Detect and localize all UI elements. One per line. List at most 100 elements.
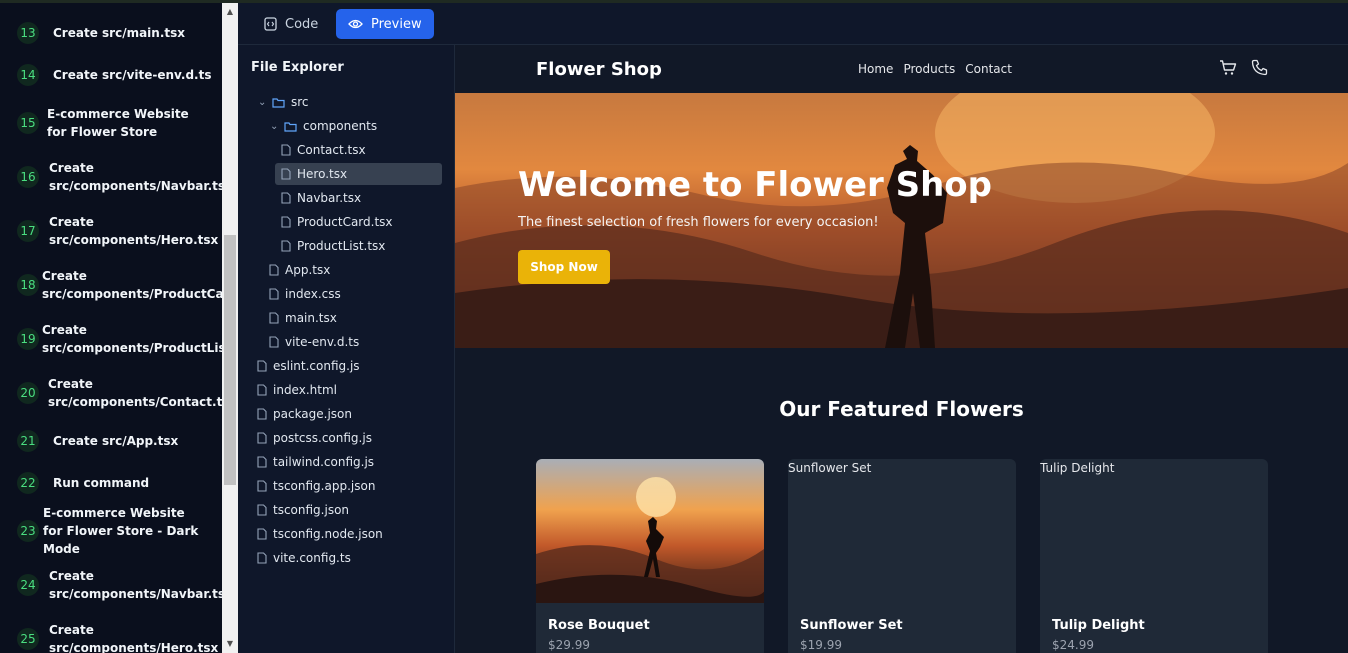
tree-file[interactable]: ProductCard.tsx	[275, 211, 393, 233]
tree-item-label: main.tsx	[285, 311, 337, 325]
tree-item-label: components	[303, 119, 378, 133]
tree-file[interactable]: tsconfig.node.json	[251, 523, 383, 545]
step-number: 22	[17, 472, 39, 494]
folder-icon	[272, 97, 285, 108]
nav-icons	[1219, 59, 1268, 76]
product-price: $29.99	[548, 638, 590, 652]
file-icon	[257, 480, 267, 492]
step-title: Create src/components/Navbar.tsx	[49, 161, 222, 193]
file-icon	[281, 240, 291, 252]
tree-file[interactable]: ProductList.tsx	[275, 235, 385, 257]
product-card[interactable]: Rose Bouquet $29.99	[536, 459, 764, 653]
tree-item-label: App.tsx	[285, 263, 331, 277]
nav-link-contact[interactable]: Contact	[965, 62, 1012, 76]
step-title: E-commerce Website for Flower Store	[47, 107, 189, 139]
code-tab-button[interactable]: Code	[252, 9, 330, 39]
step-item[interactable]: 25 Create src/components/Hero.tsx	[0, 621, 222, 653]
step-item[interactable]: 19 Create src/components/ProductList.tsx	[0, 321, 222, 357]
step-item[interactable]: 14 Create src/vite-env.d.ts	[0, 64, 222, 86]
hero-subtitle: The finest selection of fresh flowers fo…	[518, 215, 879, 230]
product-name: Rose Bouquet	[548, 618, 650, 633]
file-icon	[257, 360, 267, 372]
scroll-up-arrow-icon[interactable]: ▲	[222, 5, 238, 19]
scroll-down-arrow-icon[interactable]: ▼	[222, 637, 238, 651]
file-icon	[281, 216, 291, 228]
product-card[interactable]: Sunflower Set Sunflower Set $19.99	[788, 459, 1016, 653]
tree-file[interactable]: tailwind.config.js	[251, 451, 374, 473]
tree-item-label: Hero.tsx	[297, 167, 348, 181]
step-item[interactable]: 15 E-commerce Website for Flower Store	[0, 105, 222, 141]
tree-item-label: tsconfig.json	[273, 503, 350, 517]
shop-now-button[interactable]: Shop Now	[518, 250, 610, 284]
tree-file[interactable]: index.html	[251, 379, 337, 401]
step-item[interactable]: 20 Create src/components/Contact.tsx	[0, 375, 222, 411]
phone-icon[interactable]	[1251, 59, 1268, 76]
step-number: 18	[17, 274, 39, 296]
tree-item-label: postcss.config.js	[273, 431, 372, 445]
tree-folder-src[interactable]: ⌄ src	[252, 91, 309, 113]
step-item[interactable]: 16 Create src/components/Navbar.tsx	[0, 159, 222, 195]
tree-file[interactable]: main.tsx	[263, 307, 337, 329]
tree-file[interactable]: Contact.tsx	[275, 139, 442, 161]
step-title: E-commerce Website for Flower Store - Da…	[43, 506, 199, 556]
chevron-down-icon: ⌄	[258, 96, 267, 108]
nav-link-products[interactable]: Products	[903, 62, 955, 76]
workspace: Code Preview File Explorer ⌄ src ⌄ compo…	[238, 3, 1348, 653]
file-icon	[269, 264, 279, 276]
scrollbar-thumb[interactable]	[224, 235, 236, 485]
chevron-down-icon: ⌄	[270, 120, 279, 132]
code-file-icon	[264, 17, 277, 31]
file-icon	[269, 312, 279, 324]
tree-file-selected[interactable]: Hero.tsx	[275, 163, 442, 185]
product-image-broken: Sunflower Set	[788, 459, 1016, 603]
tree-file[interactable]: vite-env.d.ts	[263, 331, 359, 353]
step-number: 23	[17, 520, 39, 542]
steps-sidebar[interactable]: 13 Create src/main.tsx 14 Create src/vit…	[0, 3, 222, 653]
file-icon	[257, 528, 267, 540]
product-name: Sunflower Set	[800, 618, 903, 633]
preview-tab-button[interactable]: Preview	[336, 9, 434, 39]
step-item[interactable]: 13 Create src/main.tsx	[0, 22, 222, 44]
tree-file[interactable]: Navbar.tsx	[275, 187, 361, 209]
tree-folder-components[interactable]: ⌄ components	[264, 115, 377, 137]
tree-item-label: tsconfig.app.json	[273, 479, 376, 493]
tree-item-label: ProductList.tsx	[297, 239, 386, 253]
tree-file[interactable]: vite.config.ts	[251, 547, 351, 569]
file-icon	[257, 384, 267, 396]
step-number: 16	[17, 166, 39, 188]
tree-item-label: index.css	[285, 287, 341, 301]
site-preview[interactable]: Flower Shop Home Products Contact Welcom…	[455, 45, 1348, 653]
file-icon	[269, 288, 279, 300]
file-icon	[281, 168, 291, 180]
step-title: Create src/components/Contact.tsx	[48, 377, 222, 409]
tree-file[interactable]: postcss.config.js	[251, 427, 372, 449]
tree-item-label: Contact.tsx	[297, 143, 366, 157]
step-item[interactable]: 22 Run command	[0, 472, 222, 494]
preview-tab-label: Preview	[371, 16, 422, 32]
file-icon	[257, 504, 267, 516]
tree-file[interactable]: package.json	[251, 403, 352, 425]
file-explorer-title: File Explorer	[251, 60, 344, 75]
nav-link-home[interactable]: Home	[858, 62, 893, 76]
step-number: 25	[17, 628, 39, 650]
tree-file[interactable]: tsconfig.json	[251, 499, 349, 521]
step-item[interactable]: 21 Create src/App.tsx	[0, 430, 222, 452]
steps-scrollbar[interactable]: ▲ ▼	[222, 3, 238, 653]
step-item[interactable]: 17 Create src/components/Hero.tsx	[0, 213, 222, 249]
step-number: 15	[17, 112, 39, 134]
site-nav-links: Home Products Contact	[858, 62, 1012, 76]
step-item[interactable]: 18 Create src/components/ProductCard.tsx	[0, 267, 222, 303]
tree-item-label: tsconfig.node.json	[273, 527, 383, 541]
site-brand[interactable]: Flower Shop	[536, 59, 662, 80]
step-item[interactable]: 23 E-commerce Website for Flower Store -…	[0, 506, 222, 556]
product-card[interactable]: Tulip Delight Tulip Delight $24.99	[1040, 459, 1268, 653]
step-item[interactable]: 24 Create src/components/Navbar.tsx	[0, 567, 222, 603]
product-price: $19.99	[800, 638, 842, 652]
step-title: Create src/components/Hero.tsx	[49, 623, 219, 653]
product-price: $24.99	[1052, 638, 1094, 652]
tree-file[interactable]: tsconfig.app.json	[251, 475, 375, 497]
tree-file[interactable]: App.tsx	[263, 259, 330, 281]
tree-file[interactable]: index.css	[263, 283, 341, 305]
tree-file[interactable]: eslint.config.js	[251, 355, 360, 377]
cart-icon[interactable]	[1219, 59, 1237, 76]
